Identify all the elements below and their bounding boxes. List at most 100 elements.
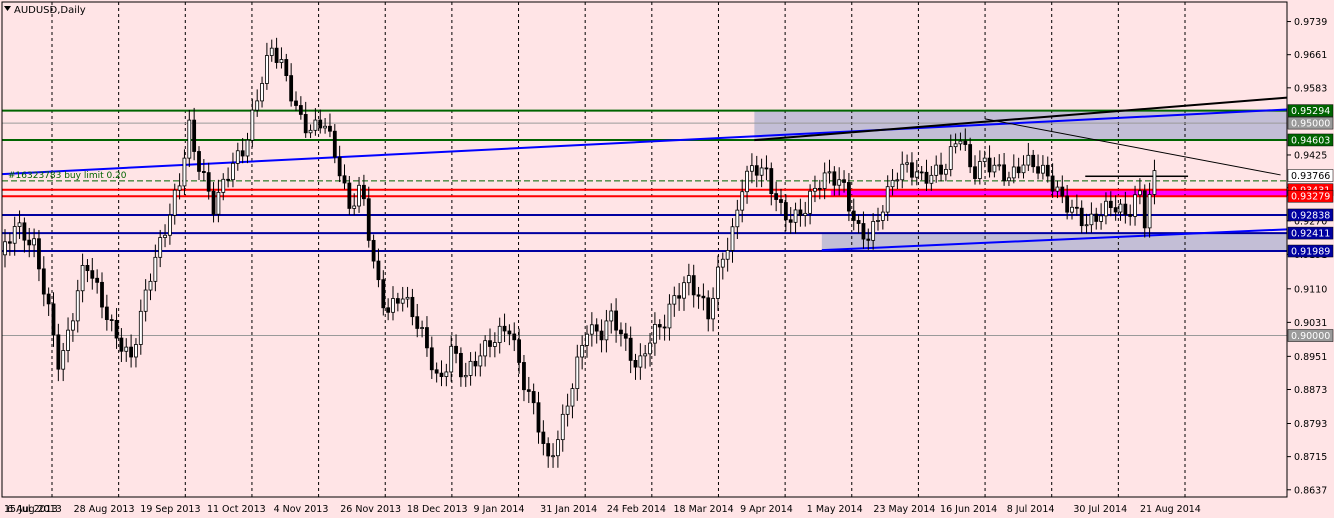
- candle-body: [129, 346, 134, 358]
- candle-body: [575, 356, 580, 389]
- x-tick-label: 28 Aug 2013: [74, 504, 135, 515]
- candle-body: [235, 150, 240, 164]
- price-label: 0.94603: [1291, 135, 1330, 146]
- candle-body: [434, 369, 439, 374]
- candle-body: [41, 268, 46, 295]
- candle-body: [3, 241, 7, 256]
- candle-body: [813, 187, 817, 192]
- candle-body: [900, 163, 905, 181]
- candle-body: [328, 125, 332, 132]
- candle-body: [701, 295, 706, 299]
- candle-body: [298, 105, 303, 115]
- candle-body: [614, 310, 618, 331]
- candle-body: [1147, 194, 1152, 229]
- candle-body: [910, 162, 914, 178]
- candle-body: [502, 325, 507, 332]
- candle-body: [415, 316, 420, 329]
- y-tick-label: 0.8715: [1294, 452, 1327, 463]
- candle-body: [531, 391, 536, 404]
- candle-body: [914, 171, 919, 178]
- candle-body: [929, 174, 934, 184]
- candle-body: [556, 439, 560, 457]
- candle-body: [638, 355, 643, 368]
- candle-body: [691, 275, 696, 296]
- candle-body: [735, 209, 740, 228]
- candle-body: [1142, 190, 1147, 229]
- candle-body: [643, 353, 648, 357]
- y-tick-label: 0.8793: [1294, 419, 1327, 430]
- candle-body: [1118, 203, 1123, 213]
- candle-body: [410, 296, 415, 318]
- candle-body: [997, 164, 1002, 167]
- candle-body: [968, 144, 973, 168]
- candle-body: [303, 114, 308, 134]
- candle-body: [1089, 213, 1094, 226]
- candle-body: [158, 237, 163, 258]
- candle-body: [347, 182, 352, 209]
- candle-body: [769, 168, 774, 195]
- price-chart[interactable]: 15 Jul 20136 Aug 2013 28 Aug 2013 19 Sep 2…: [0, 0, 1334, 518]
- x-tick-label: 9 Jan 2014: [474, 504, 525, 515]
- candle-body: [240, 150, 245, 157]
- candle-body: [740, 191, 745, 211]
- candle-body: [565, 405, 570, 415]
- x-tick-label: 4 Nov 2013: [274, 504, 329, 515]
- candle-body: [381, 279, 386, 309]
- candle-body: [313, 119, 318, 131]
- candle-body: [289, 75, 294, 102]
- candle-body: [75, 290, 80, 322]
- candle-body: [720, 258, 725, 268]
- candle-body: [463, 375, 468, 378]
- candle-body: [1007, 177, 1011, 182]
- candle-body: [1036, 166, 1040, 174]
- candle-body: [85, 265, 90, 272]
- candle-body: [580, 345, 585, 358]
- candle-body: [653, 324, 657, 344]
- candle-body: [944, 168, 948, 175]
- price-label: 0.91989: [1291, 247, 1330, 258]
- x-tick-label: 23 May 2014: [873, 504, 935, 515]
- candle-body: [866, 238, 871, 241]
- candle-body: [628, 337, 633, 361]
- x-tick-label: 1 May 2014: [807, 504, 863, 515]
- candle-body: [973, 166, 977, 179]
- candle-body: [211, 190, 216, 215]
- candle-body: [458, 352, 463, 378]
- candle-body: [609, 310, 614, 322]
- candle-body: [1060, 186, 1065, 197]
- candle-body: [963, 140, 968, 145]
- candle-body: [100, 281, 104, 308]
- candle-body: [1123, 203, 1128, 215]
- candle-body: [51, 303, 56, 336]
- candle-body: [1099, 215, 1103, 222]
- price-label: 0.95000: [1291, 119, 1330, 130]
- zone-3: [1085, 175, 1189, 178]
- candle-body: [143, 289, 148, 312]
- candle-body: [939, 164, 943, 175]
- candle-body: [1104, 200, 1108, 217]
- candle-body: [1079, 207, 1084, 227]
- candle-body: [662, 326, 667, 329]
- candle-body: [924, 171, 929, 184]
- candle-body: [546, 443, 551, 457]
- chart-title[interactable]: AUDUSD,Daily: [4, 5, 86, 16]
- candle-body: [1031, 154, 1036, 168]
- price-label: 0.92411: [1291, 229, 1330, 240]
- candle-body: [337, 156, 342, 177]
- candle-body: [711, 298, 715, 320]
- candle-body: [1138, 190, 1142, 196]
- candle-body: [779, 199, 783, 203]
- candle-body: [177, 185, 182, 191]
- candle-body: [192, 119, 197, 152]
- candle-body: [182, 157, 187, 187]
- candle-body: [1002, 164, 1006, 182]
- candle-body: [754, 165, 759, 176]
- candle-body: [138, 310, 143, 345]
- candle-body: [817, 187, 822, 190]
- candle-body: [172, 189, 177, 216]
- candle-body: [1084, 224, 1089, 227]
- candle-body: [221, 178, 226, 193]
- candle-body: [677, 295, 682, 299]
- candle-body: [885, 186, 890, 213]
- candle-body: [449, 345, 454, 373]
